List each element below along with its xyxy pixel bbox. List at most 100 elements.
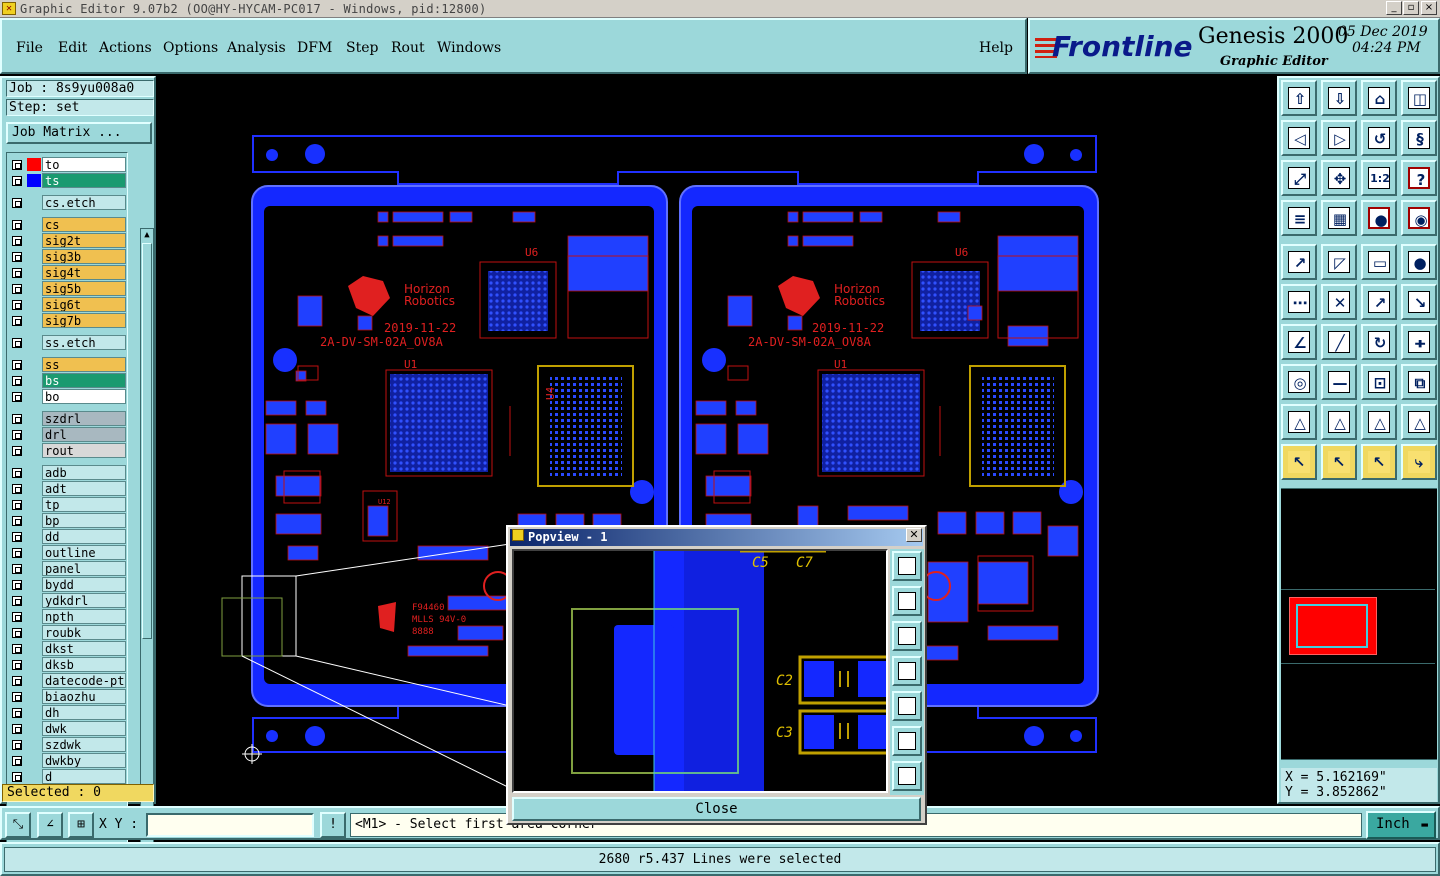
layer-color-swatch[interactable]: [27, 466, 41, 479]
add-point-button[interactable]: ⋯: [1281, 284, 1317, 320]
add-pad-button[interactable]: ◎: [1281, 364, 1317, 400]
layer-color-swatch[interactable]: [27, 314, 41, 327]
layer-checkbox[interactable]: [12, 644, 22, 654]
layer-name[interactable]: bo: [42, 389, 126, 404]
layer-row[interactable]: drl: [9, 427, 127, 442]
triangle-button[interactable]: △: [1281, 404, 1317, 440]
layer-name[interactable]: biaozhu: [42, 689, 126, 704]
layer-checkbox[interactable]: [12, 414, 22, 424]
undo-view-button[interactable]: ◁: [1281, 120, 1317, 156]
layer-color-swatch[interactable]: [27, 250, 41, 263]
layer-row[interactable]: dksb: [9, 657, 127, 672]
layer-name[interactable]: ts: [42, 173, 126, 188]
add-line-2-button[interactable]: —: [1321, 364, 1357, 400]
layer-name[interactable]: d: [42, 769, 126, 784]
layer-checkbox[interactable]: [12, 252, 22, 262]
layer-color-swatch[interactable]: [27, 218, 41, 231]
xy-input[interactable]: [146, 813, 314, 837]
menu-step[interactable]: Step: [346, 40, 378, 56]
layer-row[interactable]: sig6t: [9, 297, 127, 312]
layer-color-swatch[interactable]: [27, 428, 41, 441]
layer-checkbox[interactable]: [12, 360, 22, 370]
popview-close-icon[interactable]: ✕: [906, 528, 922, 542]
layer-row[interactable]: dkst: [9, 641, 127, 656]
layer-name[interactable]: bp: [42, 513, 126, 528]
layer-color-swatch[interactable]: [27, 282, 41, 295]
menu-analysis[interactable]: Analysis: [227, 40, 286, 56]
layer-row[interactable]: bo: [9, 389, 127, 404]
select-feature-button[interactable]: ↗: [1281, 244, 1317, 280]
save-job-button[interactable]: ⇩: [1321, 80, 1357, 116]
layer-checkbox[interactable]: [12, 268, 22, 278]
minimize-button[interactable]: _: [1386, 1, 1402, 15]
layer-row[interactable]: sig3b: [9, 249, 127, 264]
menu-file[interactable]: File: [16, 40, 43, 56]
layer-checkbox[interactable]: [12, 198, 22, 208]
layer-name[interactable]: ss: [42, 357, 126, 372]
layer-checkbox[interactable]: [12, 500, 22, 510]
layer-checkbox[interactable]: [12, 236, 22, 246]
layer-row[interactable]: roubk: [9, 625, 127, 640]
layer-checkbox[interactable]: [12, 484, 22, 494]
layer-color-swatch[interactable]: [27, 738, 41, 751]
ruler-button[interactable]: ▭: [1361, 244, 1397, 280]
layer-row[interactable]: adt: [9, 481, 127, 496]
layer-name[interactable]: dd: [42, 529, 126, 544]
layer-color-swatch[interactable]: [27, 196, 41, 209]
layer-name[interactable]: ss.etch: [42, 335, 126, 350]
layer-swap-button[interactable]: ↺: [1361, 120, 1397, 156]
layer-row[interactable]: cs: [9, 217, 127, 232]
pointer-box-button[interactable]: ↖: [1321, 444, 1357, 480]
layer-checkbox[interactable]: [12, 300, 22, 310]
layer-checkbox[interactable]: [12, 564, 22, 574]
layer-color-swatch[interactable]: [27, 174, 41, 187]
layer-checkbox[interactable]: [12, 338, 22, 348]
layer-name[interactable]: bydd: [42, 577, 126, 592]
layer-row[interactable]: rout: [9, 443, 127, 458]
snap-net-button[interactable]: ◉: [1401, 200, 1437, 236]
layer-checkbox[interactable]: [12, 468, 22, 478]
layer-checkbox[interactable]: [12, 660, 22, 670]
popview-zoom-in-button[interactable]: [892, 761, 922, 791]
zoom-1to2-button[interactable]: 1:2: [1361, 160, 1397, 196]
menu-windows[interactable]: Windows: [437, 40, 501, 56]
layer-name[interactable]: cs: [42, 217, 126, 232]
popview-close-button[interactable]: Close: [512, 797, 921, 821]
snap-pad-button[interactable]: ●: [1361, 200, 1397, 236]
layer-row[interactable]: d: [9, 769, 127, 784]
grid-mode-button[interactable]: ⊞: [68, 812, 94, 838]
job-matrix-button[interactable]: Job Matrix ...: [6, 122, 152, 144]
layer-row[interactable]: dh: [9, 705, 127, 720]
popview-pan-right-button[interactable]: [892, 691, 922, 721]
layer-color-swatch[interactable]: [27, 658, 41, 671]
layer-row[interactable]: sig7b: [9, 313, 127, 328]
layer-color-swatch[interactable]: [27, 298, 41, 311]
layer-color-swatch[interactable]: [27, 690, 41, 703]
layer-color-swatch[interactable]: [27, 594, 41, 607]
layer-color-swatch[interactable]: [27, 412, 41, 425]
pointer-net-button[interactable]: ⤷: [1401, 444, 1437, 480]
layer-checkbox[interactable]: [12, 532, 22, 542]
layer-row[interactable]: bp: [9, 513, 127, 528]
popview-pan-left-button[interactable]: [892, 656, 922, 686]
layer-name[interactable]: dwk: [42, 721, 126, 736]
popview-zoom-fit-button[interactable]: [892, 551, 922, 581]
layer-name[interactable]: dkst: [42, 641, 126, 656]
popview-pan-up-button[interactable]: [892, 586, 922, 616]
popview-canvas[interactable]: C5 C7 C2 C3: [512, 549, 888, 793]
layer-checkbox[interactable]: [12, 392, 22, 402]
layer-row[interactable]: panel: [9, 561, 127, 576]
layer-color-swatch[interactable]: [27, 562, 41, 575]
scrollbar-thumb[interactable]: [142, 243, 152, 639]
layer-name[interactable]: npth: [42, 609, 126, 624]
layer-checkbox[interactable]: [12, 708, 22, 718]
layer-name[interactable]: adt: [42, 481, 126, 496]
layer-color-swatch[interactable]: [27, 722, 41, 735]
menu-help[interactable]: Help: [979, 40, 1013, 56]
scroll-up-arrow-icon[interactable]: ▲: [142, 229, 152, 241]
line-tool-button[interactable]: ╱: [1321, 324, 1357, 360]
layer-checkbox[interactable]: [12, 628, 22, 638]
pointer-select-button[interactable]: ↖: [1361, 444, 1397, 480]
layer-row[interactable]: ss.etch: [9, 335, 127, 350]
close-window-button[interactable]: ×: [1421, 1, 1437, 15]
